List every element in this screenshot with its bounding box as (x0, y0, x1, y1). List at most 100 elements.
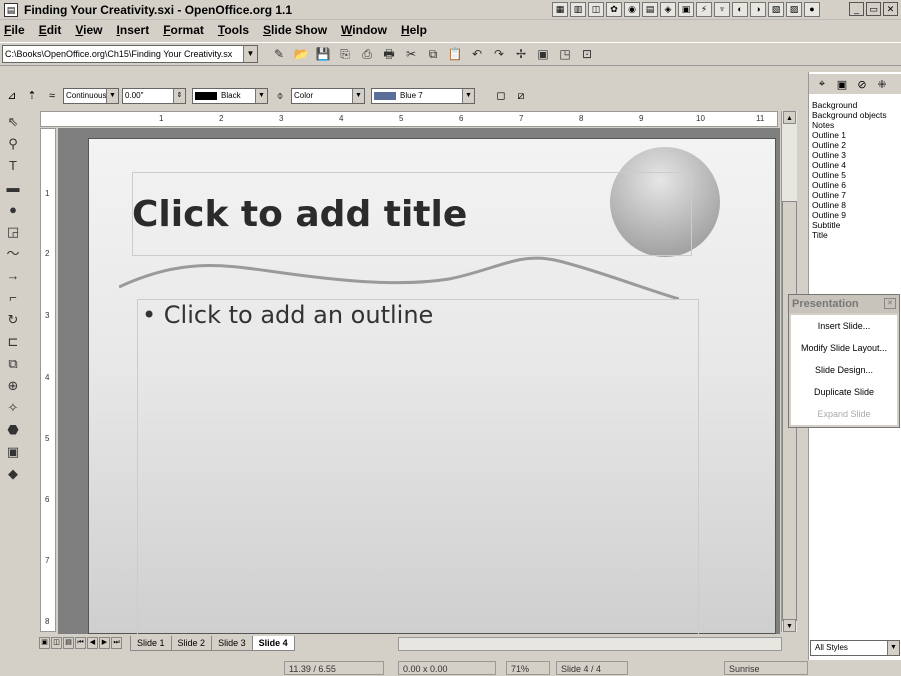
3d-controller-icon[interactable]: ⬣ (3, 420, 23, 439)
tray-icon[interactable]: ▣ (678, 2, 694, 17)
export-pdf-icon[interactable]: ⎘ (336, 45, 354, 63)
3d-objects-icon[interactable]: ◲ (3, 222, 23, 241)
status-zoom[interactable]: 71% (506, 661, 550, 675)
style-filter-select[interactable]: All Styles ▼ (810, 640, 900, 656)
url-field[interactable]: C:\Books\OpenOffice.org\Ch15\Finding You… (2, 45, 258, 63)
chevron-down-icon[interactable]: ▼ (243, 46, 257, 62)
menu-insert[interactable]: Insert (117, 23, 150, 37)
arrow-style-icon[interactable]: ⇡ (24, 88, 40, 104)
stylist-icon[interactable]: ▣ (534, 45, 552, 63)
lines-arrows-icon[interactable]: → (3, 266, 23, 285)
style-item[interactable]: Outline 1 (812, 130, 887, 140)
app-icon[interactable]: ▤ (4, 2, 18, 17)
style-item[interactable]: Notes (812, 120, 887, 130)
tray-icon[interactable]: ▧ (768, 2, 784, 17)
slide-design-button[interactable]: Slide Design... (791, 359, 897, 381)
copy-icon[interactable]: ⧉ (424, 45, 442, 63)
style-item[interactable]: Background objects (812, 110, 887, 120)
menu-format[interactable]: Format (163, 23, 204, 37)
curve-icon[interactable]: 〜 (3, 244, 23, 263)
tray-icon[interactable]: ◐ (732, 2, 748, 17)
paste-icon[interactable]: 📋 (446, 45, 464, 63)
style-item[interactable]: Outline 6 (812, 180, 887, 190)
horizontal-scrollbar[interactable] (398, 637, 782, 651)
style-item[interactable]: Subtitle (812, 220, 887, 230)
line-width-field[interactable]: 0.00" ⇕ (122, 88, 186, 104)
title-placeholder[interactable]: Click to add title (132, 194, 467, 235)
tray-icon[interactable]: ♆ (714, 2, 730, 17)
line-style-icon[interactable]: ≈ (44, 88, 60, 104)
line-icon[interactable]: ⊿ (4, 88, 20, 104)
open-icon[interactable]: 📂 (292, 45, 310, 63)
tray-icon[interactable]: ▥ (570, 2, 586, 17)
prev-slide-icon[interactable]: ◀ (87, 637, 98, 649)
redo-icon[interactable]: ↷ (490, 45, 508, 63)
tray-icon[interactable]: ◫ (588, 2, 604, 17)
tray-icon[interactable]: ◑ (750, 2, 766, 17)
scroll-down-icon[interactable]: ▼ (783, 619, 796, 632)
outline-placeholder[interactable]: • Click to add an outline (142, 301, 433, 329)
tray-icon[interactable]: ◉ (624, 2, 640, 17)
tab-slide-2[interactable]: Slide 2 (170, 635, 213, 651)
style-item[interactable]: Outline 8 (812, 200, 887, 210)
area-color-select[interactable]: Blue 7 ▼ (371, 88, 475, 104)
tray-icon[interactable]: ● (804, 2, 820, 17)
modify-slide-layout-button[interactable]: Modify Slide Layout... (791, 337, 897, 359)
menu-file[interactable]: File (4, 23, 25, 37)
tray-icon[interactable]: ▦ (552, 2, 568, 17)
chevron-down-icon[interactable]: ▼ (887, 641, 899, 655)
ellipse-icon[interactable]: ● (3, 200, 23, 219)
effects-icon[interactable]: ✧ (3, 398, 23, 417)
slide-view-icon[interactable]: ▣ (39, 637, 50, 649)
tray-icon[interactable]: ◈ (660, 2, 676, 17)
tray-icon[interactable]: ⚡ (696, 2, 712, 17)
style-item[interactable]: Background (812, 100, 887, 110)
tray-icon[interactable]: ▨ (786, 2, 802, 17)
undo-icon[interactable]: ↶ (468, 45, 486, 63)
menu-slide-show[interactable]: Slide Show (263, 23, 327, 37)
style-item[interactable]: Outline 4 (812, 160, 887, 170)
chevron-down-icon[interactable]: ▼ (462, 89, 474, 103)
tray-icon[interactable]: ▤ (642, 2, 658, 17)
outline-placeholder-box[interactable] (137, 299, 699, 634)
layer-view-icon[interactable]: ▤ (63, 637, 74, 649)
style-item[interactable]: Outline 7 (812, 190, 887, 200)
duplicate-slide-button[interactable]: Duplicate Slide (791, 381, 897, 403)
edit-file-icon[interactable]: ✎ (270, 45, 288, 63)
area-fill-icon[interactable]: ⌽ (272, 88, 288, 104)
restore-icon[interactable]: ▭ (866, 2, 881, 16)
master-view-icon[interactable]: ◫ (51, 637, 62, 649)
zoom-select-icon[interactable]: ⧄ (513, 88, 529, 104)
chevron-down-icon[interactable]: ▼ (106, 89, 118, 103)
style-item[interactable]: Outline 2 (812, 140, 887, 150)
navigator-icon[interactable]: ✢ (512, 45, 530, 63)
select-icon[interactable]: ⇖ (3, 112, 23, 131)
fill-format-icon[interactable]: ⊘ (854, 78, 870, 91)
print-icon[interactable]: ⎙ (358, 45, 376, 63)
menu-help[interactable]: Help (401, 23, 427, 37)
chevron-down-icon[interactable]: ▼ (352, 89, 364, 103)
rotate-icon[interactable]: ↻ (3, 310, 23, 329)
save-icon[interactable]: 💾 (314, 45, 332, 63)
last-slide-icon[interactable]: ⏭ (111, 637, 122, 649)
gallery-icon[interactable]: ◳ (556, 45, 574, 63)
style-item[interactable]: Outline 5 (812, 170, 887, 180)
text-icon[interactable]: T (3, 156, 23, 175)
spinner-icon[interactable]: ⇕ (173, 89, 185, 103)
alignment-icon[interactable]: ⊏ (3, 332, 23, 351)
slide[interactable]: Click to add title • Click to add an out… (88, 138, 776, 634)
presentation-styles-icon[interactable]: ▣ (834, 78, 850, 91)
tray-icon[interactable]: ✿ (606, 2, 622, 17)
line-style-select[interactable]: Continuous ▼ (63, 88, 119, 104)
interaction-icon[interactable]: ◆ (3, 464, 23, 483)
line-color-select[interactable]: Black ▼ (192, 88, 268, 104)
zoom-icon[interactable]: ⚲ (3, 134, 23, 153)
rectangle-icon[interactable]: ▬ (3, 178, 23, 197)
scroll-up-icon[interactable]: ▲ (783, 111, 796, 124)
menu-edit[interactable]: Edit (39, 23, 62, 37)
arrange-icon[interactable]: ⧉ (3, 354, 23, 373)
style-item[interactable]: Outline 3 (812, 150, 887, 160)
close-icon[interactable]: ✕ (884, 298, 896, 309)
style-item[interactable]: Outline 9 (812, 210, 887, 220)
area-style-select[interactable]: Color ▼ (291, 88, 365, 104)
